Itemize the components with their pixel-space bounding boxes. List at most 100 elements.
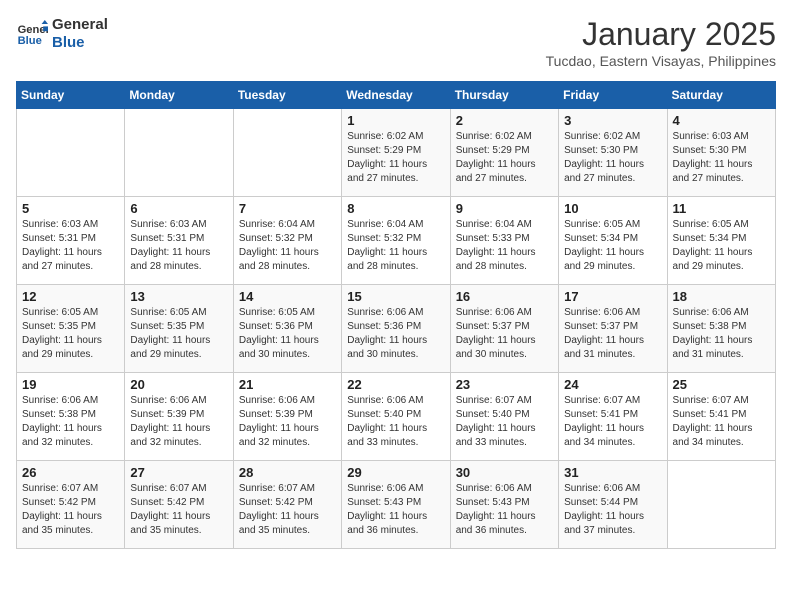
title-block: January 2025 Tucdao, Eastern Visayas, Ph… (546, 16, 776, 69)
day-info: Sunrise: 6:05 AMSunset: 5:35 PMDaylight:… (130, 306, 227, 362)
day-number: 18 (673, 289, 770, 304)
logo-text-blue: Blue (52, 34, 108, 52)
day-info: Sunrise: 6:07 AMSunset: 5:42 PMDaylight:… (22, 482, 119, 538)
weekday-thursday: Thursday (450, 82, 558, 109)
calendar-cell: 7Sunrise: 6:04 AMSunset: 5:32 PMDaylight… (233, 197, 341, 285)
calendar-cell: 9 Sunrise: 6:04 AMSunset: 5:33 PMDaylight… (450, 197, 558, 285)
calendar-cell: 20Sunrise: 6:06 AMSunset: 5:39 PMDayligh… (125, 373, 233, 461)
day-number: 23 (456, 377, 553, 392)
day-number: 17 (564, 289, 661, 304)
svg-text:Blue: Blue (18, 35, 42, 47)
calendar-cell: 28Sunrise: 6:07 AMSunset: 5:42 PMDayligh… (233, 461, 341, 549)
weekday-saturday: Saturday (667, 82, 775, 109)
day-info: Sunrise: 6:06 AMSunset: 5:38 PMDaylight:… (673, 306, 770, 362)
day-info: Sunrise: 6:07 AMSunset: 5:40 PMDaylight:… (456, 394, 553, 450)
calendar-cell: 10 Sunrise: 6:05 AMSunset: 5:34 PMDayligh… (559, 197, 667, 285)
week-row-2: 5 Sunrise: 6:03 AMSunset: 5:31 PMDaylight… (17, 197, 776, 285)
day-number: 4 (673, 113, 770, 128)
day-info: Sunrise: 6:07 AMSunset: 5:42 PMDaylight:… (130, 482, 227, 538)
day-number: 16 (456, 289, 553, 304)
calendar-cell: 1 Sunrise: 6:02 AMSunset: 5:29 PMDaylight… (342, 109, 450, 197)
calendar-cell: 4 Sunrise: 6:03 AMSunset: 5:30 PMDaylight… (667, 109, 775, 197)
day-number: 31 (564, 465, 661, 480)
day-number: 22 (347, 377, 444, 392)
week-row-5: 26 Sunrise: 6:07 AMSunset: 5:42 PMDayligh… (17, 461, 776, 549)
calendar-cell: 17 Sunrise: 6:06 AMSunset: 5:37 PMDayligh… (559, 285, 667, 373)
day-number: 27 (130, 465, 227, 480)
week-row-3: 12Sunrise: 6:05 AMSunset: 5:35 PMDayligh… (17, 285, 776, 373)
calendar-cell: 18 Sunrise: 6:06 AMSunset: 5:38 PMDayligh… (667, 285, 775, 373)
calendar-cell: 30Sunrise: 6:06 AMSunset: 5:43 PMDayligh… (450, 461, 558, 549)
calendar-cell (17, 109, 125, 197)
day-info: Sunrise: 6:06 AMSunset: 5:43 PMDaylight:… (347, 482, 444, 538)
weekday-tuesday: Tuesday (233, 82, 341, 109)
day-info: Sunrise: 6:05 AMSunset: 5:34 PMDaylight:… (564, 218, 661, 274)
calendar-body: 1 Sunrise: 6:02 AMSunset: 5:29 PMDaylight… (17, 109, 776, 549)
calendar-cell: 11 Sunrise: 6:05 AMSunset: 5:34 PMDayligh… (667, 197, 775, 285)
day-info: Sunrise: 6:04 AMSunset: 5:32 PMDaylight:… (239, 218, 336, 274)
calendar-cell: 12Sunrise: 6:05 AMSunset: 5:35 PMDayligh… (17, 285, 125, 373)
calendar-cell: 26 Sunrise: 6:07 AMSunset: 5:42 PMDayligh… (17, 461, 125, 549)
calendar-cell: 16 Sunrise: 6:06 AMSunset: 5:37 PMDayligh… (450, 285, 558, 373)
day-number: 14 (239, 289, 336, 304)
day-number: 3 (564, 113, 661, 128)
day-number: 1 (347, 113, 444, 128)
weekday-sunday: Sunday (17, 82, 125, 109)
calendar-header: SundayMondayTuesdayWednesdayThursdayFrid… (17, 82, 776, 109)
day-number: 19 (22, 377, 119, 392)
day-info: Sunrise: 6:04 AMSunset: 5:32 PMDaylight:… (347, 218, 444, 274)
week-row-1: 1 Sunrise: 6:02 AMSunset: 5:29 PMDaylight… (17, 109, 776, 197)
calendar-cell: 31 Sunrise: 6:06 AMSunset: 5:44 PMDayligh… (559, 461, 667, 549)
calendar-cell: 15 Sunrise: 6:06 AMSunset: 5:36 PMDayligh… (342, 285, 450, 373)
day-info: Sunrise: 6:03 AMSunset: 5:30 PMDaylight:… (673, 130, 770, 186)
page-header: General Blue General Blue January 2025 T… (16, 16, 776, 69)
calendar-cell: 24Sunrise: 6:07 AMSunset: 5:41 PMDayligh… (559, 373, 667, 461)
day-number: 15 (347, 289, 444, 304)
calendar-cell: 19 Sunrise: 6:06 AMSunset: 5:38 PMDayligh… (17, 373, 125, 461)
calendar-cell (233, 109, 341, 197)
calendar-cell: 6 Sunrise: 6:03 AMSunset: 5:31 PMDaylight… (125, 197, 233, 285)
day-number: 13 (130, 289, 227, 304)
calendar-cell: 29 Sunrise: 6:06 AMSunset: 5:43 PMDayligh… (342, 461, 450, 549)
day-number: 25 (673, 377, 770, 392)
day-info: Sunrise: 6:02 AMSunset: 5:29 PMDaylight:… (347, 130, 444, 186)
day-info: Sunrise: 6:03 AMSunset: 5:31 PMDaylight:… (130, 218, 227, 274)
calendar-cell: 25 Sunrise: 6:07 AMSunset: 5:41 PMDayligh… (667, 373, 775, 461)
day-number: 10 (564, 201, 661, 216)
day-number: 30 (456, 465, 553, 480)
day-info: Sunrise: 6:04 AMSunset: 5:33 PMDaylight:… (456, 218, 553, 274)
day-number: 28 (239, 465, 336, 480)
day-info: Sunrise: 6:06 AMSunset: 5:39 PMDaylight:… (239, 394, 336, 450)
logo: General Blue General Blue (16, 16, 108, 52)
weekday-monday: Monday (125, 82, 233, 109)
calendar-cell: 8 Sunrise: 6:04 AMSunset: 5:32 PMDaylight… (342, 197, 450, 285)
day-info: Sunrise: 6:06 AMSunset: 5:37 PMDaylight:… (456, 306, 553, 362)
day-info: Sunrise: 6:06 AMSunset: 5:37 PMDaylight:… (564, 306, 661, 362)
day-number: 9 (456, 201, 553, 216)
day-number: 6 (130, 201, 227, 216)
calendar-cell: 13 Sunrise: 6:05 AMSunset: 5:35 PMDayligh… (125, 285, 233, 373)
day-number: 24 (564, 377, 661, 392)
day-info: Sunrise: 6:07 AMSunset: 5:41 PMDaylight:… (673, 394, 770, 450)
day-info: Sunrise: 6:06 AMSunset: 5:44 PMDaylight:… (564, 482, 661, 538)
day-number: 11 (673, 201, 770, 216)
day-number: 29 (347, 465, 444, 480)
day-number: 8 (347, 201, 444, 216)
day-info: Sunrise: 6:05 AMSunset: 5:36 PMDaylight:… (239, 306, 336, 362)
calendar-cell (125, 109, 233, 197)
day-info: Sunrise: 6:02 AMSunset: 5:30 PMDaylight:… (564, 130, 661, 186)
day-number: 26 (22, 465, 119, 480)
logo-icon: General Blue (16, 20, 48, 48)
day-info: Sunrise: 6:05 AMSunset: 5:34 PMDaylight:… (673, 218, 770, 274)
day-info: Sunrise: 6:06 AMSunset: 5:36 PMDaylight:… (347, 306, 444, 362)
day-number: 20 (130, 377, 227, 392)
calendar-cell: 21 Sunrise: 6:06 AMSunset: 5:39 PMDayligh… (233, 373, 341, 461)
calendar-cell (667, 461, 775, 549)
calendar-cell: 2Sunrise: 6:02 AMSunset: 5:29 PMDaylight… (450, 109, 558, 197)
calendar-cell: 22Sunrise: 6:06 AMSunset: 5:40 PMDayligh… (342, 373, 450, 461)
day-number: 5 (22, 201, 119, 216)
day-info: Sunrise: 6:06 AMSunset: 5:38 PMDaylight:… (22, 394, 119, 450)
calendar-cell: 23 Sunrise: 6:07 AMSunset: 5:40 PMDayligh… (450, 373, 558, 461)
calendar-cell: 3 Sunrise: 6:02 AMSunset: 5:30 PMDaylight… (559, 109, 667, 197)
day-number: 21 (239, 377, 336, 392)
